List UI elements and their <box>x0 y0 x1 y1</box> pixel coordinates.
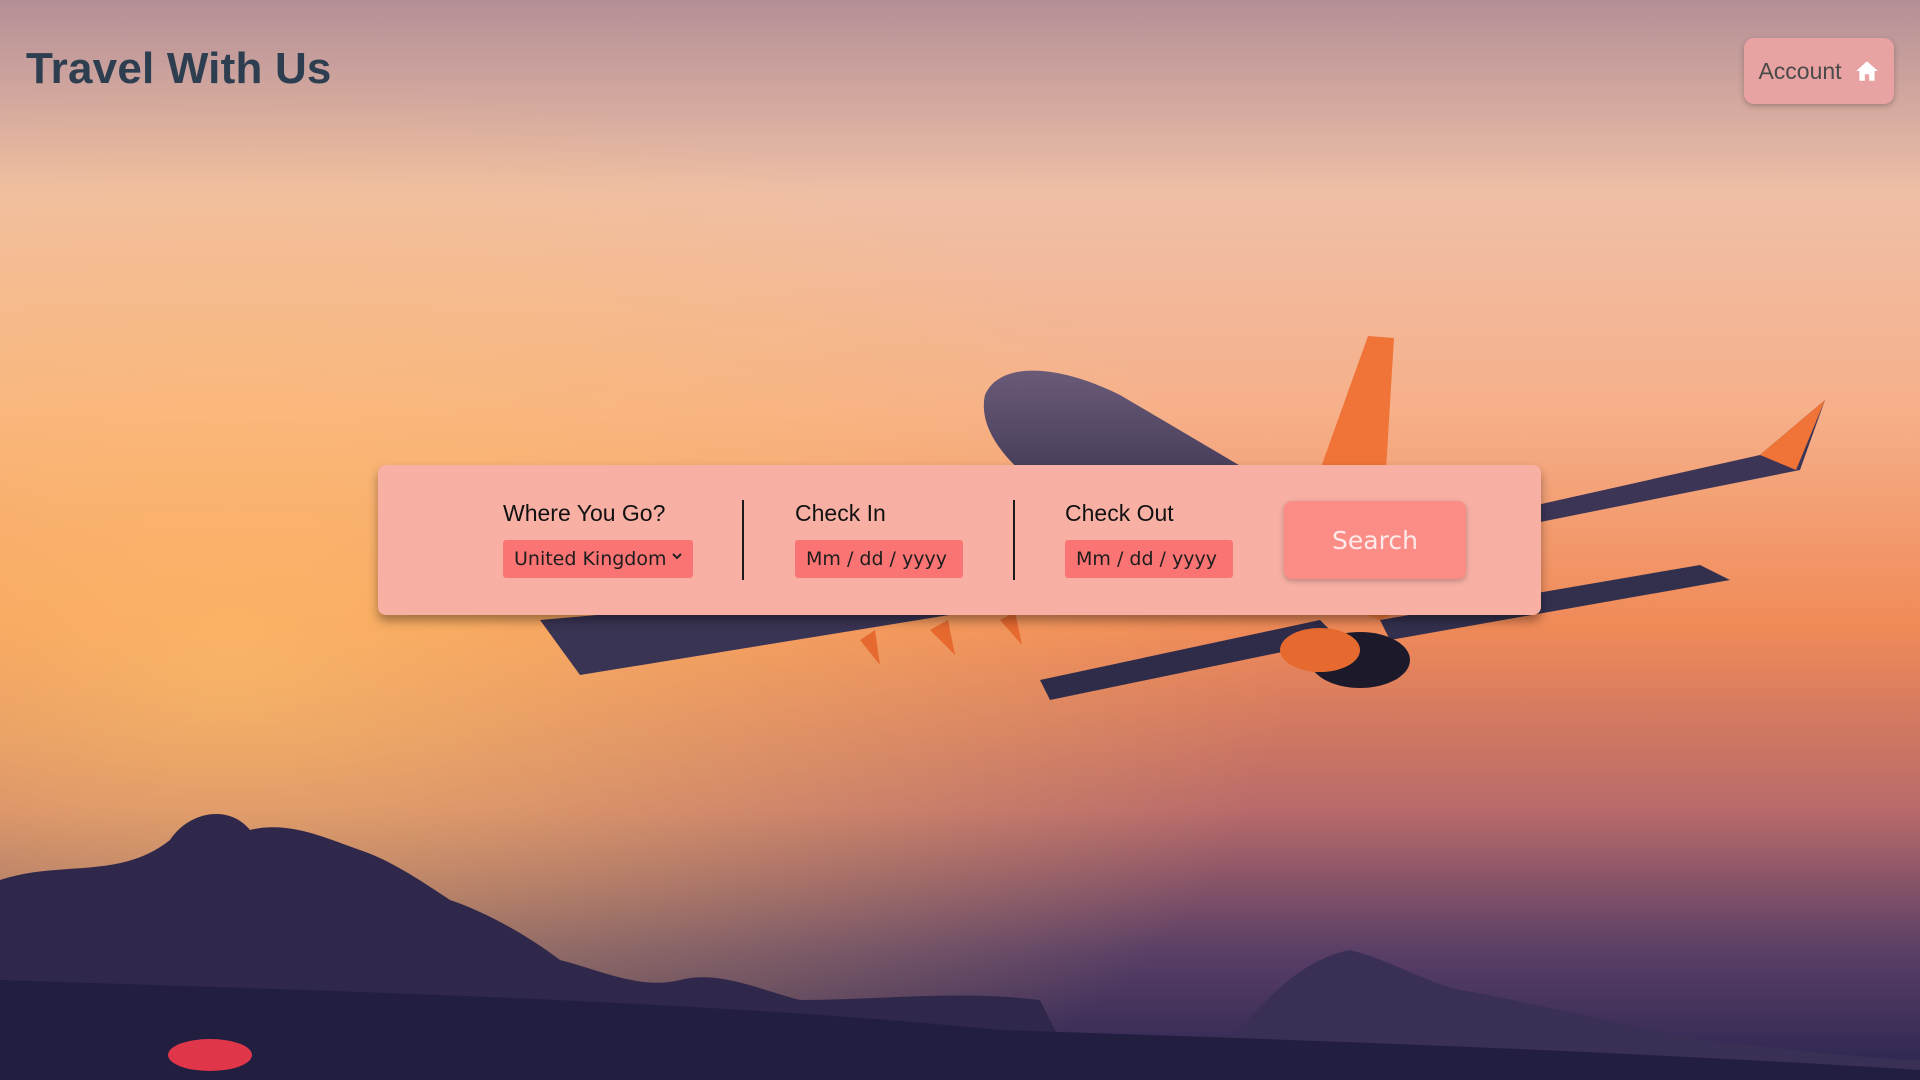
destination-select[interactable]: United Kingdom <box>503 540 693 578</box>
check-in-placeholder: Mm / dd / yyyy <box>806 548 947 570</box>
account-label: Account <box>1758 57 1842 84</box>
destination-value: United Kingdom <box>514 548 667 570</box>
check-out-date-input[interactable]: Mm / dd / yyyy <box>1065 540 1233 578</box>
chevron-down-icon <box>672 553 682 560</box>
check-out-placeholder: Mm / dd / yyyy <box>1076 548 1217 570</box>
divider <box>1013 500 1015 580</box>
check-in-label: Check In <box>795 500 886 526</box>
check-out-label: Check Out <box>1065 500 1174 526</box>
account-button[interactable]: Account <box>1744 38 1894 104</box>
check-in-date-input[interactable]: Mm / dd / yyyy <box>795 540 963 578</box>
search-button[interactable]: Search <box>1284 501 1466 579</box>
site-title: Travel With Us <box>26 44 332 93</box>
home-icon <box>1855 61 1878 81</box>
destination-label: Where You Go? <box>503 500 666 526</box>
divider <box>742 500 744 580</box>
